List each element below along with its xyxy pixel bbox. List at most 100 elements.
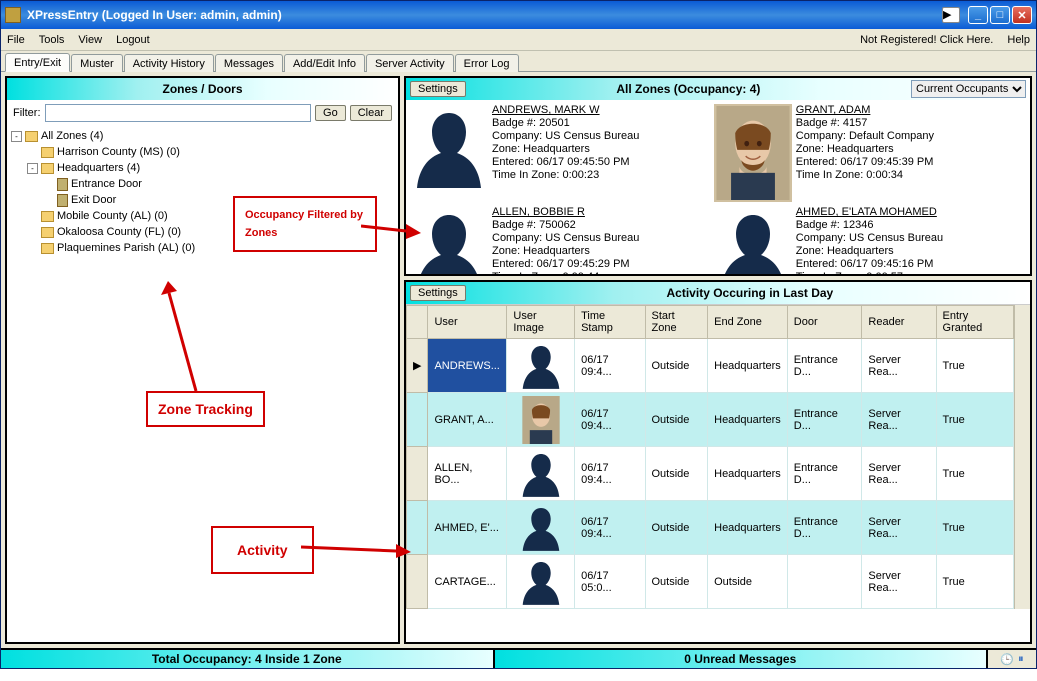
occupant-name: GRANT, ADAM: [796, 104, 1014, 117]
tree-node-entrance-door[interactable]: Entrance Door: [11, 176, 394, 192]
cell-user: AHMED, E'...: [428, 501, 507, 555]
go-button[interactable]: Go: [315, 105, 346, 121]
content-area: Zones / Doors Filter: Go Clear -All Zone…: [1, 72, 1036, 648]
window-title: XPressEntry (Logged In User: admin, admi…: [27, 8, 942, 22]
col-end-zone[interactable]: End Zone: [708, 306, 788, 339]
right-panels: Settings All Zones (Occupancy: 4) Curren…: [404, 76, 1032, 644]
occupancy-body[interactable]: ANDREWS, MARK W Badge #: 20501 Company: …: [406, 100, 1030, 274]
close-button[interactable]: ✕: [1012, 6, 1032, 24]
occupancy-view-select[interactable]: Current Occupants: [911, 80, 1026, 98]
cell-user-image: [507, 501, 575, 555]
row-header: [407, 501, 428, 555]
menu-view[interactable]: View: [78, 34, 102, 46]
collapse-icon[interactable]: -: [11, 131, 22, 142]
play-button[interactable]: ▶: [942, 7, 960, 23]
not-registered-link[interactable]: Not Registered! Click Here.: [860, 34, 993, 46]
activity-row[interactable]: AHMED, E'... 06/17 09:4... Outside Headq…: [407, 501, 1014, 555]
tab-muster[interactable]: Muster: [71, 54, 123, 72]
cell-start-zone: Outside: [645, 447, 708, 501]
tab-add-edit-info[interactable]: Add/Edit Info: [284, 54, 365, 72]
cell-door: Entrance D...: [787, 447, 862, 501]
user-silhouette-icon: [513, 558, 568, 606]
tab-error-log[interactable]: Error Log: [455, 54, 519, 72]
cell-user: ALLEN, BO...: [428, 447, 507, 501]
activity-row[interactable]: CARTAGE... 06/17 05:0... Outside Outside…: [407, 555, 1014, 609]
occupant-company: Company: US Census Bureau: [492, 232, 710, 245]
activity-panel: Settings Activity Occuring in Last Day U…: [404, 280, 1032, 644]
occupant-entered: Entered: 06/17 09:45:50 PM: [492, 156, 710, 169]
tab-server-activity[interactable]: Server Activity: [366, 54, 454, 72]
occupancy-settings-button[interactable]: Settings: [410, 81, 466, 97]
cell-start-zone: Outside: [645, 555, 708, 609]
activity-row[interactable]: GRANT, A... 06/17 09:4... Outside Headqu…: [407, 393, 1014, 447]
col-user-image[interactable]: User Image: [507, 306, 575, 339]
activity-settings-button[interactable]: Settings: [410, 285, 466, 301]
cell-user: GRANT, A...: [428, 393, 507, 447]
cell-timestamp: 06/17 09:4...: [575, 393, 645, 447]
occupant-company: Company: US Census Bureau: [492, 130, 710, 143]
menu-logout[interactable]: Logout: [116, 34, 150, 46]
occupant-entered: Entered: 06/17 09:45:29 PM: [492, 258, 710, 271]
tree-node-headquarters[interactable]: -Headquarters (4): [11, 160, 394, 176]
filter-input[interactable]: [45, 104, 312, 122]
titlebar: XPressEntry (Logged In User: admin, admi…: [1, 1, 1036, 29]
callout-zone-tracking: Zone Tracking: [146, 391, 265, 427]
col-time-stamp[interactable]: Time Stamp: [575, 306, 645, 339]
window-buttons: ▶ _ □ ✕: [942, 6, 1032, 24]
folder-icon: [41, 211, 54, 222]
status-icons: 🕒 ⏸: [988, 650, 1036, 668]
activity-header: Settings Activity Occuring in Last Day: [406, 282, 1030, 304]
occupant-card[interactable]: ALLEN, BOBBIE R Badge #: 750062 Company:…: [408, 204, 712, 274]
cell-granted: True: [936, 555, 1014, 609]
col-entry-granted[interactable]: Entry Granted: [936, 306, 1014, 339]
tree-node-all-zones[interactable]: -All Zones (4): [11, 128, 394, 144]
filter-row: Filter: Go Clear: [7, 100, 398, 126]
callout-occupancy: Occupancy Filtered by Zones: [233, 196, 377, 252]
col-user[interactable]: User: [428, 306, 507, 339]
cell-reader: Server Rea...: [862, 501, 936, 555]
cell-granted: True: [936, 447, 1014, 501]
tab-entry-exit[interactable]: Entry/Exit: [5, 53, 70, 72]
cell-reader: Server Rea...: [862, 393, 936, 447]
occupant-card[interactable]: AHMED, E'LATA MOHAMED Badge #: 12346 Com…: [712, 204, 1016, 274]
pause-icon[interactable]: ⏸: [1018, 653, 1024, 666]
occupant-zone: Zone: Headquarters: [492, 245, 710, 258]
activity-row[interactable]: ALLEN, BO... 06/17 09:4... Outside Headq…: [407, 447, 1014, 501]
activity-scrollbar[interactable]: [1014, 305, 1030, 609]
maximize-button[interactable]: □: [990, 6, 1010, 24]
collapse-icon[interactable]: -: [27, 163, 38, 174]
minimize-button[interactable]: _: [968, 6, 988, 24]
occupant-info: ANDREWS, MARK W Badge #: 20501 Company: …: [492, 104, 710, 202]
cell-user: ANDREWS...: [428, 339, 507, 393]
tab-activity-history[interactable]: Activity History: [124, 54, 214, 72]
filter-label: Filter:: [13, 107, 41, 119]
activity-grid: User User Image Time Stamp Start Zone En…: [406, 305, 1014, 609]
cell-granted: True: [936, 393, 1014, 447]
occupant-tiz: Time In Zone: 0:00:23: [492, 169, 710, 182]
occupancy-title: All Zones (Occupancy: 4): [470, 82, 907, 96]
occupant-info: ALLEN, BOBBIE R Badge #: 750062 Company:…: [492, 206, 710, 274]
menu-tools[interactable]: Tools: [39, 34, 65, 46]
cell-granted: True: [936, 339, 1014, 393]
folder-icon: [41, 163, 54, 174]
tab-messages[interactable]: Messages: [215, 54, 283, 72]
occupant-name: ALLEN, BOBBIE R: [492, 206, 710, 219]
occupant-badge: Badge #: 4157: [796, 117, 1014, 130]
activity-row[interactable]: ▶ ANDREWS... 06/17 09:4... Outside Headq…: [407, 339, 1014, 393]
cell-user-image: [507, 447, 575, 501]
col-reader[interactable]: Reader: [862, 306, 936, 339]
cell-timestamp: 06/17 05:0...: [575, 555, 645, 609]
cell-reader: Server Rea...: [862, 447, 936, 501]
menu-file[interactable]: File: [7, 34, 25, 46]
occupancy-panel: Settings All Zones (Occupancy: 4) Curren…: [404, 76, 1032, 276]
col-door[interactable]: Door: [787, 306, 862, 339]
clear-button[interactable]: Clear: [350, 105, 392, 121]
col-start-zone[interactable]: Start Zone: [645, 306, 708, 339]
user-photo: [714, 104, 792, 202]
menu-help[interactable]: Help: [1007, 34, 1030, 46]
tree-node-harrison[interactable]: Harrison County (MS) (0): [11, 144, 394, 160]
activity-grid-wrap[interactable]: User User Image Time Stamp Start Zone En…: [406, 304, 1030, 642]
occupant-card[interactable]: ANDREWS, MARK W Badge #: 20501 Company: …: [408, 102, 712, 204]
cell-end-zone: Outside: [708, 555, 788, 609]
occupant-card[interactable]: GRANT, ADAM Badge #: 4157 Company: Defau…: [712, 102, 1016, 204]
